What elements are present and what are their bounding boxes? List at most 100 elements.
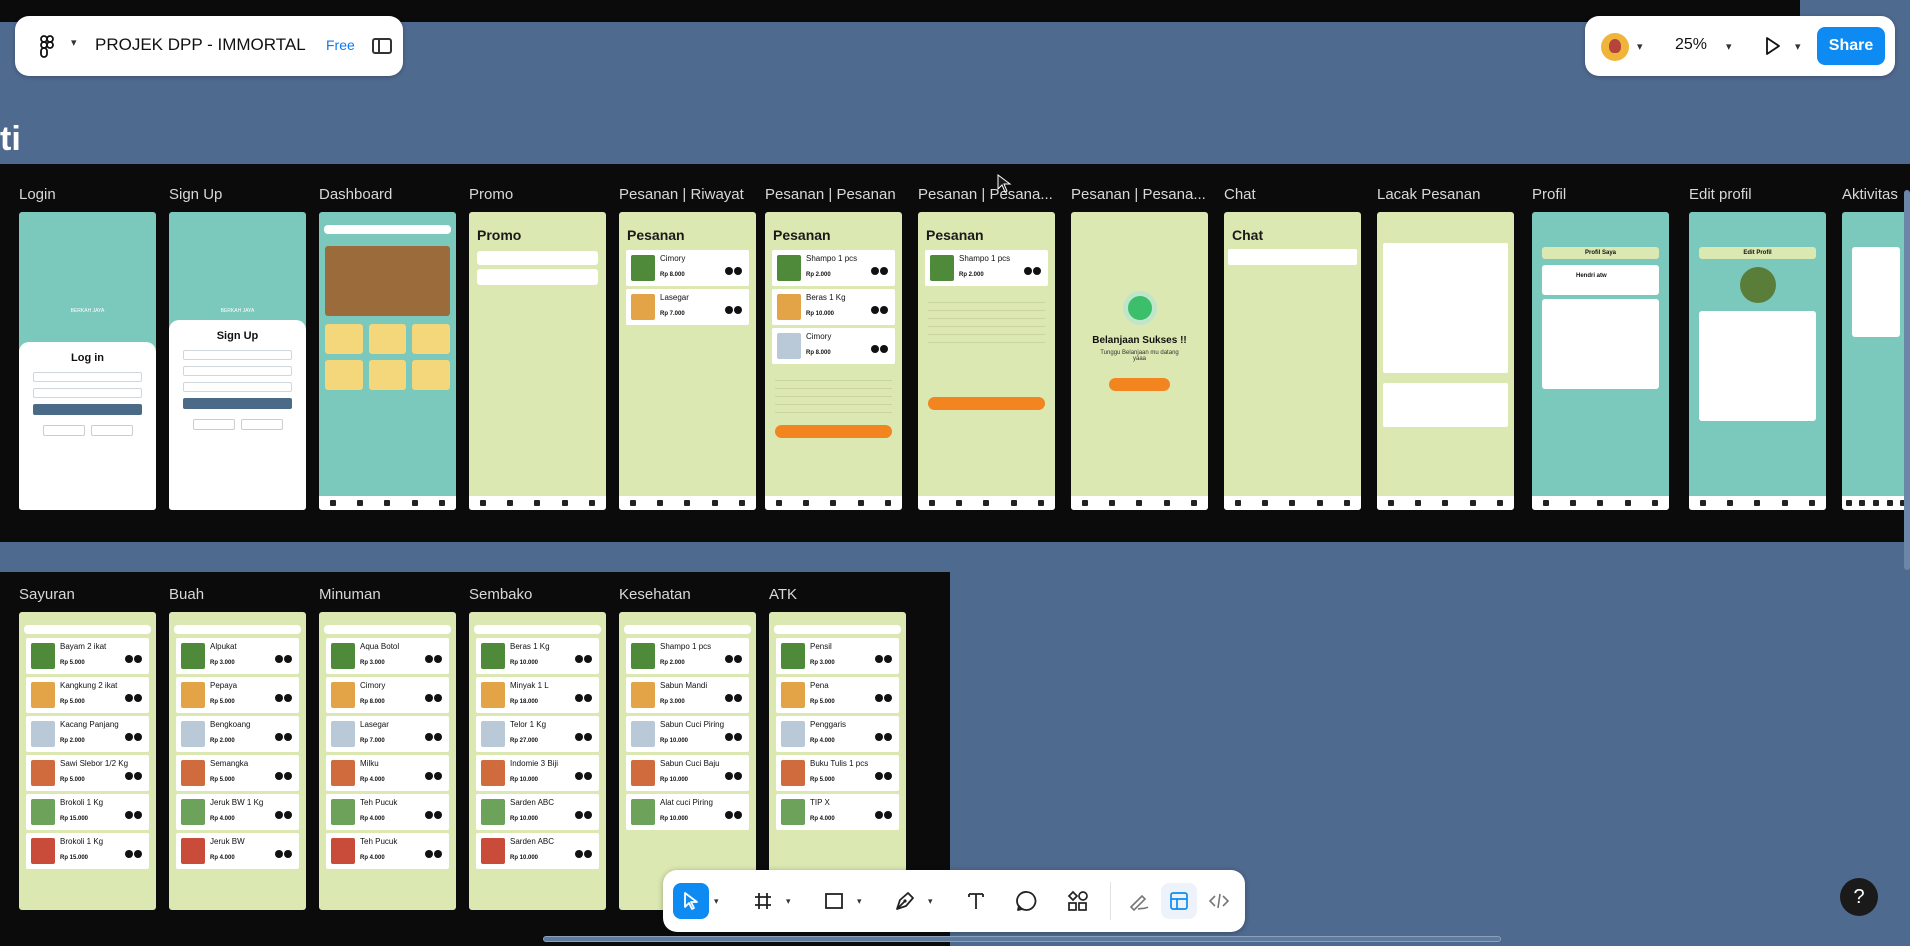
cart-icon[interactable] [584, 772, 592, 780]
cart-icon[interactable] [884, 811, 892, 819]
phone-frame[interactable]: Pesanan Cimory Rp 8.000 Lasegar Rp 7.000 [619, 212, 756, 510]
heart-icon[interactable] [425, 772, 433, 780]
heart-icon[interactable] [1024, 267, 1032, 275]
nav-icon[interactable] [1624, 500, 1631, 506]
frame-label[interactable]: Minuman [319, 586, 381, 603]
nav-icon[interactable] [629, 500, 636, 506]
nav-icon[interactable] [1415, 500, 1422, 506]
nav-icon[interactable] [1859, 500, 1866, 506]
horizontal-scrollbar[interactable] [543, 936, 1501, 942]
nav-icon[interactable] [507, 500, 514, 506]
cart-icon[interactable] [284, 772, 292, 780]
help-button[interactable]: ? [1840, 878, 1878, 916]
nav-icon[interactable] [1497, 500, 1504, 506]
cart-icon[interactable] [880, 306, 888, 314]
cart-icon[interactable] [880, 345, 888, 353]
submit-button[interactable] [183, 398, 292, 409]
heart-icon[interactable] [125, 733, 133, 741]
cart-icon[interactable] [134, 655, 142, 663]
heart-icon[interactable] [575, 655, 583, 663]
category-tile[interactable] [368, 360, 407, 390]
nav-icon[interactable] [928, 500, 935, 506]
nav-icon[interactable] [439, 500, 446, 506]
frame-label[interactable]: Kesehatan [619, 586, 691, 603]
cart-icon[interactable] [734, 811, 742, 819]
input-field[interactable] [183, 382, 292, 392]
list-item[interactable]: Lasegar Rp 7.000 [326, 716, 449, 752]
frame-tool-icon[interactable] [745, 883, 781, 919]
heart-icon[interactable] [425, 811, 433, 819]
nav-icon[interactable] [857, 500, 864, 506]
category-tile[interactable] [325, 360, 363, 390]
list-item[interactable]: Beras 1 Kg Rp 10.000 [476, 638, 599, 674]
list-item[interactable]: Pensil Rp 3.000 [776, 638, 899, 674]
frame-label[interactable]: Dashboard [319, 186, 392, 203]
nav-icon[interactable] [1191, 500, 1198, 506]
heart-icon[interactable] [725, 811, 733, 819]
cart-icon[interactable] [434, 733, 442, 741]
cart-icon[interactable] [884, 772, 892, 780]
frame-label[interactable]: Sayuran [19, 586, 75, 603]
zoom-level[interactable]: 25% [1675, 36, 1707, 54]
heart-icon[interactable] [125, 772, 133, 780]
heart-icon[interactable] [275, 655, 283, 663]
move-tool-chevron-icon[interactable]: ▾ [714, 896, 719, 907]
chat-thread[interactable] [1228, 249, 1357, 265]
heart-icon[interactable] [871, 345, 879, 353]
list-item[interactable]: Beras 1 Kg Rp 10.000 [772, 289, 895, 325]
heart-icon[interactable] [871, 267, 879, 275]
nav-icon[interactable] [1010, 500, 1017, 506]
list-item[interactable]: Shampo 1 pcs Rp 2.000 [626, 638, 749, 674]
input-field[interactable] [183, 350, 292, 360]
heart-icon[interactable] [725, 306, 733, 314]
share-button[interactable]: Share [1817, 27, 1885, 65]
nav-icon[interactable] [1570, 500, 1577, 506]
cart-icon[interactable] [584, 733, 592, 741]
category-tile[interactable] [412, 324, 450, 354]
nav-icon[interactable] [1652, 500, 1659, 506]
edit-profile-form[interactable] [1699, 311, 1816, 421]
comment-tool-icon[interactable] [1009, 883, 1045, 919]
input-field[interactable] [33, 372, 142, 382]
nav-icon[interactable] [956, 500, 963, 506]
vertical-scrollbar[interactable] [1904, 190, 1910, 570]
nav-icon[interactable] [1469, 500, 1476, 506]
nav-icon[interactable] [657, 500, 664, 506]
heart-icon[interactable] [725, 655, 733, 663]
heart-icon[interactable] [871, 306, 879, 314]
nav-icon[interactable] [739, 500, 746, 506]
frame-tool-chevron-icon[interactable]: ▾ [786, 896, 791, 907]
list-item[interactable]: Shampo 1 pcs Rp 2.000 [772, 250, 895, 286]
heart-icon[interactable] [875, 772, 883, 780]
frame-label[interactable]: Edit profil [1689, 186, 1752, 203]
search-input[interactable] [324, 625, 451, 634]
list-item[interactable]: Jeruk BW Rp 4.000 [176, 833, 299, 869]
heart-icon[interactable] [575, 772, 583, 780]
frame-label[interactable]: Promo [469, 186, 513, 203]
google-login-button[interactable] [192, 419, 235, 430]
list-item[interactable]: Cimory Rp 8.000 [772, 328, 895, 364]
nav-icon[interactable] [1886, 500, 1893, 506]
list-item[interactable]: Minyak 1 L Rp 18.000 [476, 677, 599, 713]
zoom-chevron-icon[interactable]: ▾ [1726, 40, 1732, 53]
list-item[interactable]: Sabun Cuci Baju Rp 10.000 [626, 755, 749, 791]
actions-tool-icon[interactable] [1060, 883, 1096, 919]
nav-icon[interactable] [534, 500, 541, 506]
cart-icon[interactable] [284, 694, 292, 702]
nav-icon[interactable] [1081, 500, 1088, 506]
list-item[interactable]: Buku Tulis 1 pcs Rp 5.000 [776, 755, 899, 791]
phone-frame[interactable] [1377, 212, 1514, 510]
activity-list[interactable] [1852, 247, 1900, 337]
rectangle-tool-icon[interactable] [816, 883, 852, 919]
heart-icon[interactable] [875, 655, 883, 663]
nav-icon[interactable] [1163, 500, 1170, 506]
frame-label[interactable]: Chat [1224, 186, 1256, 203]
nav-icon[interactable] [1289, 500, 1296, 506]
list-item[interactable]: Bengkoang Rp 2.000 [176, 716, 299, 752]
search-input[interactable] [174, 625, 301, 634]
nav-icon[interactable] [1109, 500, 1116, 506]
phone-frame[interactable]: Pesanan Shampo 1 pcs Rp 2.000 Beras 1 Kg Rp … [765, 212, 902, 510]
phone-frame[interactable]: Aqua Botol Rp 3.000 Cimory Rp 8.000 Lasegar R… [319, 612, 456, 910]
nav-icon[interactable] [1038, 500, 1045, 506]
nav-icon[interactable] [1387, 500, 1394, 506]
